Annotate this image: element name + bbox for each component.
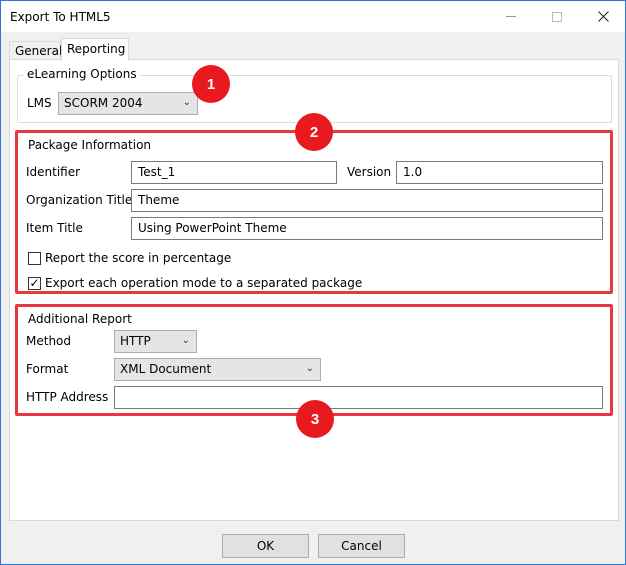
minimize-button[interactable] <box>488 1 534 32</box>
ok-button[interactable]: OK <box>222 534 309 558</box>
chevron-down-icon: ⌄ <box>182 97 191 108</box>
tab-reporting[interactable]: Reporting <box>61 38 129 61</box>
cancel-button[interactable]: Cancel <box>318 534 405 558</box>
elearning-options-legend: eLearning Options <box>24 67 140 81</box>
title-bar[interactable]: Export To HTML5 <box>1 1 625 32</box>
lms-select-value: SCORM 2004 <box>64 96 143 110</box>
step-badge-3: 3 <box>296 400 334 438</box>
close-button[interactable] <box>580 1 626 32</box>
tab-general[interactable]: General <box>9 41 62 60</box>
package-information-highlight <box>15 130 613 294</box>
export-dialog: Export To HTML5 General Reporting eLearn… <box>0 0 626 565</box>
maximize-icon <box>552 11 562 22</box>
step-badge-1: 1 <box>192 65 230 103</box>
lms-label: LMS <box>27 96 52 110</box>
window-title: Export To HTML5 <box>10 10 111 24</box>
lms-select[interactable]: SCORM 2004 ⌄ <box>58 92 198 115</box>
maximize-button[interactable] <box>534 1 580 32</box>
minimize-icon <box>506 16 516 17</box>
close-icon <box>597 11 609 22</box>
reporting-panel: eLearning Options LMS SCORM 2004 ⌄ Packa… <box>9 59 619 521</box>
step-badge-2: 2 <box>295 113 333 151</box>
